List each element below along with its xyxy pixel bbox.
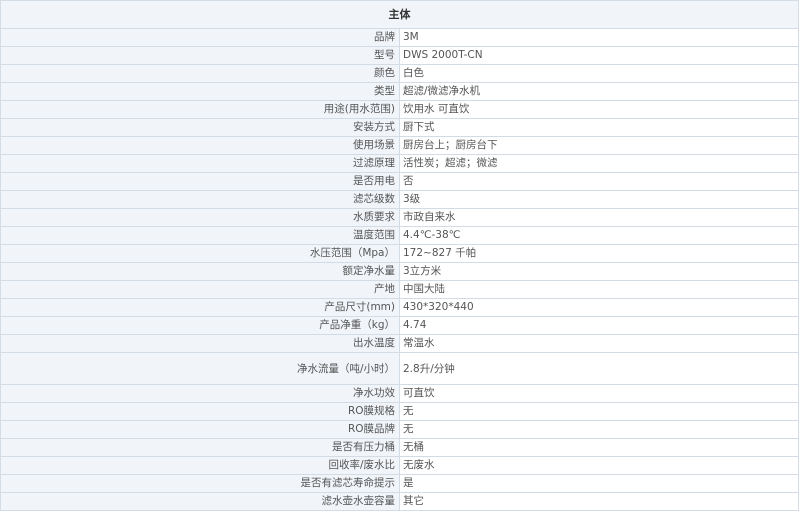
spec-row: 是否有滤芯寿命提示是	[0, 474, 799, 493]
spec-value: 超滤/微滤净水机	[399, 82, 799, 101]
spec-label: 回收率/废水比	[0, 456, 400, 475]
spec-label: 产品净重（kg）	[0, 316, 400, 335]
spec-label: 品牌	[0, 28, 400, 47]
spec-row: 水质要求 市政自来水	[0, 208, 799, 227]
spec-row: 颜色 白色	[0, 64, 799, 83]
spec-value: 其它	[399, 492, 799, 511]
spec-section-title: 主体	[0, 0, 799, 29]
spec-value: 无	[399, 420, 799, 439]
spec-value: 中国大陆	[399, 280, 799, 299]
spec-row: 水压范围（Mpa） 172~827 千帕	[0, 244, 799, 263]
spec-label: 滤水壶水壶容量	[0, 492, 400, 511]
spec-value: DWS 2000T-CN	[399, 46, 799, 65]
spec-row: 使用场景 厨房台上；厨房台下	[0, 136, 799, 155]
spec-row: 产品净重（kg） 4.74	[0, 316, 799, 335]
spec-row: 是否有压力桶 无桶	[0, 438, 799, 457]
spec-label: 产地	[0, 280, 400, 299]
spec-label: 净水流量（吨/小时）	[0, 352, 400, 385]
spec-row: 温度范围 4.4℃-38℃	[0, 226, 799, 245]
spec-value: 无废水	[399, 456, 799, 475]
spec-value: 172~827 千帕	[399, 244, 799, 263]
spec-label: 用途(用水范围)	[0, 100, 400, 119]
spec-value: 白色	[399, 64, 799, 83]
spec-row: 额定净水量 3立方米	[0, 262, 799, 281]
spec-label: 滤芯级数	[0, 190, 400, 209]
spec-label: 水质要求	[0, 208, 400, 227]
spec-value: 厨下式	[399, 118, 799, 137]
spec-row: RO膜规格无	[0, 402, 799, 421]
spec-value: 4.4℃-38℃	[399, 226, 799, 245]
spec-label: 过滤原理	[0, 154, 400, 173]
spec-row: 是否用电否	[0, 172, 799, 191]
spec-value: 3立方米	[399, 262, 799, 281]
spec-row: RO膜品牌无	[0, 420, 799, 439]
spec-row: 过滤原理 活性炭；超滤；微滤	[0, 154, 799, 173]
spec-table-body: 主体 品牌 3M 型号 DWS 2000T-CN 颜色 白色 类型 超滤/微滤净水机 用途(用水…	[0, 0, 799, 511]
spec-value: 3M	[399, 28, 799, 47]
spec-label: 安装方式	[0, 118, 400, 137]
spec-label: 额定净水量	[0, 262, 400, 281]
spec-value: 否	[399, 172, 799, 191]
spec-row: 类型 超滤/微滤净水机	[0, 82, 799, 101]
spec-row: 产地 中国大陆	[0, 280, 799, 299]
spec-value: 4.74	[399, 316, 799, 335]
spec-label: 水压范围（Mpa）	[0, 244, 400, 263]
spec-row: 品牌 3M	[0, 28, 799, 47]
spec-row: 安装方式 厨下式	[0, 118, 799, 137]
spec-row: 用途(用水范围) 饮用水 可直饮	[0, 100, 799, 119]
spec-row: 回收率/废水比 无废水	[0, 456, 799, 475]
spec-row: 净水功效 可直饮	[0, 384, 799, 403]
spec-value: 厨房台上；厨房台下	[399, 136, 799, 155]
spec-value: 3级	[399, 190, 799, 209]
spec-row: 产品尺寸(mm) 430*320*440	[0, 298, 799, 317]
spec-label: 出水温度	[0, 334, 400, 353]
spec-value: 活性炭；超滤；微滤	[399, 154, 799, 173]
spec-value: 无	[399, 402, 799, 421]
spec-label: 净水功效	[0, 384, 400, 403]
spec-row: 型号 DWS 2000T-CN	[0, 46, 799, 65]
spec-label: 是否有滤芯寿命提示	[0, 474, 400, 493]
spec-value: 可直饮	[399, 384, 799, 403]
spec-value: 是	[399, 474, 799, 493]
spec-value: 无桶	[399, 438, 799, 457]
spec-label: RO膜规格	[0, 402, 400, 421]
spec-value: 常温水	[399, 334, 799, 353]
spec-row: 净水流量（吨/小时） 2.8升/分钟	[0, 352, 799, 385]
spec-label: 使用场景	[0, 136, 400, 155]
spec-value: 2.8升/分钟	[399, 352, 799, 385]
spec-value: 饮用水 可直饮	[399, 100, 799, 119]
spec-label: 是否用电	[0, 172, 400, 191]
spec-label: 类型	[0, 82, 400, 101]
spec-value: 430*320*440	[399, 298, 799, 317]
spec-row: 滤水壶水壶容量 其它	[0, 492, 799, 511]
spec-section-header-row: 主体	[0, 0, 799, 29]
spec-value: 市政自来水	[399, 208, 799, 227]
spec-label: 产品尺寸(mm)	[0, 298, 400, 317]
spec-label: 颜色	[0, 64, 400, 83]
spec-table: 主体 品牌 3M 型号 DWS 2000T-CN 颜色 白色 类型 超滤/微滤净水机 用途(用水…	[0, 0, 799, 511]
spec-row: 出水温度 常温水	[0, 334, 799, 353]
spec-label: RO膜品牌	[0, 420, 400, 439]
spec-label: 温度范围	[0, 226, 400, 245]
spec-row: 滤芯级数 3级	[0, 190, 799, 209]
spec-label: 型号	[0, 46, 400, 65]
spec-label: 是否有压力桶	[0, 438, 400, 457]
